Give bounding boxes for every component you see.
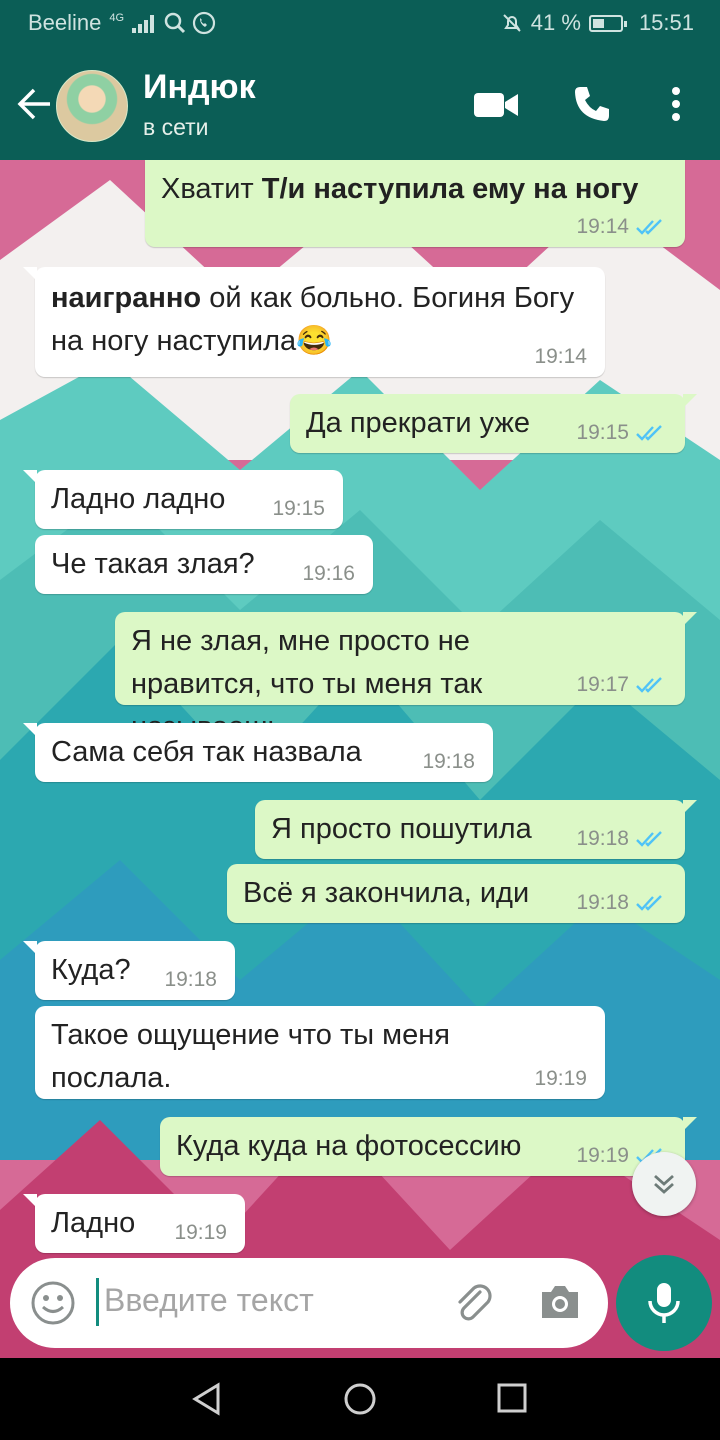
message-time: 19:19 <box>174 1221 227 1244</box>
read-ticks-icon <box>636 831 662 847</box>
message-time: 19:17 <box>576 673 629 696</box>
message-text-bold: наигранно <box>51 282 202 314</box>
message-bubble-incoming[interactable]: Такое ощущение что ты меня послала. 19:1… <box>35 1006 605 1099</box>
message-bubble-outgoing[interactable]: Я не злая, мне просто не нравится, что т… <box>115 612 697 743</box>
mute-bell-icon <box>503 14 521 32</box>
read-ticks-icon <box>636 425 662 441</box>
message-time: 19:18 <box>422 750 475 773</box>
message-text: Ладно ладно <box>51 483 226 515</box>
carrier-name: Beeline <box>28 10 102 35</box>
message-bubble-outgoing[interactable]: Всё я закончила, иди 19:18 <box>227 864 685 923</box>
message-time: 19:18 <box>576 827 629 850</box>
scroll-down-icon <box>654 1174 674 1194</box>
message-text-bold: Т/и наступила ему на ногу <box>261 173 639 205</box>
signal-icon <box>132 13 155 33</box>
message-bubble-incoming[interactable]: Ладно ладно 19:15 <box>23 470 343 529</box>
message-time: 19:14 <box>576 215 629 238</box>
battery-percent: 41 % <box>530 10 581 35</box>
nav-recents-icon[interactable] <box>496 1382 528 1414</box>
message-bubble-outgoing[interactable]: Я просто пошутила 19:18 <box>255 800 697 859</box>
read-ticks-icon <box>636 895 662 911</box>
attach-icon[interactable] <box>450 1280 496 1326</box>
status-time: 15:51 <box>638 10 694 35</box>
battery-icon <box>588 14 627 32</box>
message-text: Такое ощущение что ты меня послала. <box>51 1019 450 1094</box>
message-text: Куда? <box>51 954 131 986</box>
message-text: Че такая злая? <box>51 548 255 580</box>
nav-back-icon[interactable] <box>190 1382 224 1416</box>
message-text: Да прекрати уже <box>306 407 530 439</box>
nav-home-icon[interactable] <box>343 1382 377 1416</box>
message-text: Ладно <box>51 1207 136 1239</box>
more-vert-icon[interactable] <box>670 86 682 122</box>
message-time: 19:18 <box>164 968 217 991</box>
message-time: 19:19 <box>576 1144 629 1167</box>
message-bubble-outgoing[interactable]: Да прекрати уже 19:15 <box>290 394 697 453</box>
message-bubble-outgoing[interactable]: Хватит Т/и наступила ему на ногу 19:14 <box>145 160 685 247</box>
chat-area[interactable]: Хватит Т/и наступила ему на ногу 19:14 н… <box>0 160 720 1358</box>
message-time: 19:15 <box>272 497 325 520</box>
message-composer[interactable]: Введите текст <box>10 1258 608 1348</box>
status-bar: Beeline 4G 41 % 15:51 <box>0 0 720 48</box>
chat-header: Индюк в сети <box>0 48 720 160</box>
message-time: 19:14 <box>534 345 587 368</box>
search-icon <box>164 12 186 34</box>
message-time: 19:16 <box>302 562 355 585</box>
message-time: 19:15 <box>576 421 629 444</box>
presence-status: в сети <box>143 114 209 140</box>
emoji-laugh: 😂 <box>296 325 333 357</box>
system-nav-bar <box>0 1358 720 1440</box>
message-bubble-incoming[interactable]: Ладно 19:19 <box>23 1194 245 1253</box>
message-text: Всё я закончила, иди <box>243 877 530 909</box>
message-bubble-incoming[interactable]: Сама себя так назвала 19:18 <box>23 723 493 782</box>
message-bubble-incoming[interactable]: наигранно ой как больно. Богиня Богу на … <box>23 267 605 377</box>
phone-icon[interactable] <box>572 84 612 124</box>
whatsapp-icon <box>192 11 216 35</box>
message-time: 19:18 <box>576 891 629 914</box>
network-type: 4G <box>109 12 125 24</box>
message-text: Я просто пошутила <box>271 813 532 845</box>
message-text: Сама себя так назвала <box>51 736 362 768</box>
camera-icon[interactable] <box>538 1282 582 1322</box>
message-bubble-outgoing[interactable]: Куда куда на фотосессию 19:19 <box>160 1117 697 1176</box>
read-ticks-icon <box>636 677 662 693</box>
emoji-icon[interactable] <box>30 1280 76 1326</box>
avatar[interactable] <box>56 70 128 142</box>
message-time: 19:19 <box>534 1067 587 1090</box>
message-input[interactable]: Введите текст <box>104 1282 314 1319</box>
voice-message-button[interactable] <box>616 1255 712 1351</box>
back-arrow-icon[interactable] <box>14 84 54 124</box>
scroll-down-button[interactable] <box>632 1152 696 1216</box>
read-ticks-icon <box>636 219 662 235</box>
message-bubble-incoming[interactable]: Куда? 19:18 <box>23 941 235 1000</box>
contact-name[interactable]: Индюк <box>143 68 256 107</box>
mic-icon <box>648 1283 680 1323</box>
message-bubble-incoming[interactable]: Че такая злая? 19:16 <box>35 535 373 594</box>
message-text: Куда куда на фотосессию <box>176 1130 522 1162</box>
text-caret <box>96 1278 99 1326</box>
message-text: Хватит <box>161 173 262 205</box>
video-call-icon[interactable] <box>474 90 520 120</box>
